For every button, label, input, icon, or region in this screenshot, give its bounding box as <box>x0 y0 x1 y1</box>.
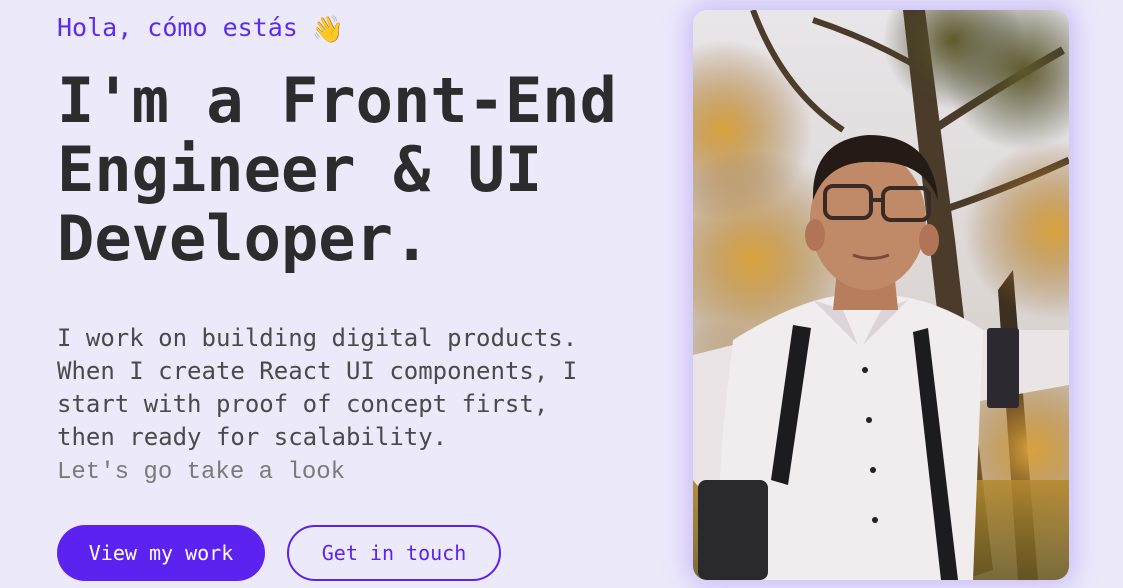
intro-line: When I create React UI components, I <box>57 357 578 385</box>
waving-hand-icon: 👋 <box>311 15 345 45</box>
intro-line: then ready for scalability. <box>57 423 448 451</box>
headline-line: I'm a Front-End <box>57 64 617 137</box>
headline-line: Engineer & UI <box>57 133 543 206</box>
get-in-touch-button[interactable]: Get in touch <box>287 525 501 581</box>
greeting: Hola, cómo estás 👋 <box>57 10 344 48</box>
greeting-text: Hola, cómo estás <box>57 13 298 42</box>
intro-paragraph: I work on building digital products. Whe… <box>57 322 677 454</box>
hero-headline: I'm a Front-End Engineer & UI Developer. <box>57 66 677 273</box>
intro-line: I work on building digital products. <box>57 324 578 352</box>
intro-line: start with proof of concept first, <box>57 390 549 418</box>
tagline: Let's go take a look <box>57 459 346 486</box>
headline-line: Developer. <box>57 202 431 275</box>
portrait-photo <box>693 10 1069 580</box>
view-my-work-button[interactable]: View my work <box>57 525 265 581</box>
portrait-photo-illustration <box>693 10 1069 580</box>
